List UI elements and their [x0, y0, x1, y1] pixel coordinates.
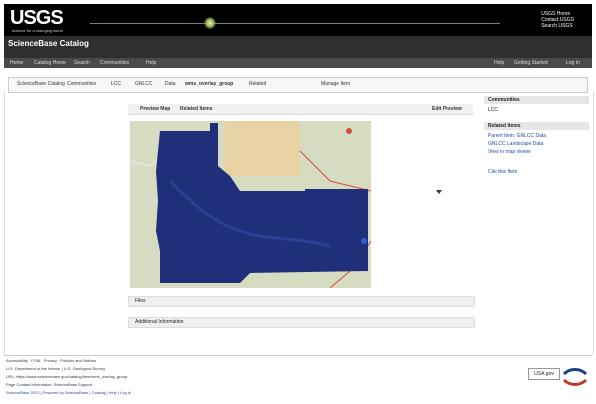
- header-glow-icon: [204, 17, 216, 29]
- files-label: Files: [135, 298, 146, 304]
- footer-privacy[interactable]: Privacy: [44, 358, 57, 363]
- right-sidebar: Communities LCC Related Items Parent Ite…: [484, 96, 589, 176]
- crumb-lcc[interactable]: LCC: [111, 81, 121, 87]
- nav-getting-started[interactable]: Getting Started: [514, 60, 548, 66]
- cursor-caret-icon: [436, 190, 442, 194]
- usgs-header: USGS science for a changing world USGS H…: [4, 4, 592, 36]
- nav-catalog-home[interactable]: Catalog Home: [34, 60, 66, 66]
- crumb-catalog[interactable]: ScienceBase Catalog: [17, 81, 65, 87]
- map-land-region: [225, 121, 300, 176]
- tab-preview-map[interactable]: Preview Map: [140, 106, 170, 112]
- main-nav-links: Home Catalog Home Search Communities Hel…: [4, 58, 592, 68]
- files-section[interactable]: Files: [128, 296, 475, 307]
- communities-value[interactable]: LCC: [484, 104, 589, 116]
- footer-policies[interactable]: Policies and Notices: [60, 358, 96, 363]
- top-link-search[interactable]: Search USGS: [541, 23, 574, 29]
- landscape-data-link[interactable]: GNLCC Landscape Data: [484, 140, 589, 148]
- crumb-gnlcc[interactable]: GNLCC: [135, 81, 153, 87]
- page: USGS science for a changing world USGS H…: [0, 0, 596, 404]
- preview-panel-header: Preview Map Related Items Edit Preview: [128, 104, 473, 115]
- header-divider: [90, 23, 500, 24]
- edit-preview-link[interactable]: Edit Preview: [432, 106, 462, 112]
- footer-contact[interactable]: Page Contact Information: ScienceBase Su…: [6, 382, 92, 387]
- cite-item-link[interactable]: Cite this Item: [484, 168, 589, 176]
- crumb-data[interactable]: Data: [165, 81, 176, 87]
- usgs-tagline: science for a changing world: [12, 28, 63, 33]
- footer: Accessibility FOIA Privacy Policies and …: [4, 355, 592, 401]
- nav-login[interactable]: Log In: [566, 60, 580, 66]
- related-menu-button[interactable]: Related: [249, 81, 266, 87]
- additional-info-section[interactable]: Additional Information: [128, 317, 475, 328]
- doi-logo-icon: [562, 364, 588, 394]
- communities-heading: Communities: [484, 96, 589, 104]
- footer-links: Accessibility FOIA Privacy Policies and …: [6, 358, 96, 363]
- footer-foia[interactable]: FOIA: [31, 358, 40, 363]
- site-header: ScienceBase Catalog: [4, 36, 592, 68]
- footer-bottom-links[interactable]: ScienceBase 2013 | Powered by ScienceBas…: [6, 390, 131, 395]
- preview-map[interactable]: [130, 121, 371, 288]
- map-canvas: [130, 121, 371, 288]
- crumb-communities[interactable]: Communities: [67, 81, 96, 87]
- manage-item-button[interactable]: Manage Item: [321, 81, 350, 87]
- related-heading: Related Items: [484, 122, 589, 130]
- top-links: USGS Home Contact USGS Search USGS: [541, 11, 574, 29]
- tab-related-items[interactable]: Related Items: [180, 106, 213, 112]
- crumb-current[interactable]: wms_overlay_group: [185, 81, 233, 87]
- nav-search[interactable]: Search: [74, 60, 90, 66]
- site-title[interactable]: ScienceBase Catalog: [8, 39, 89, 48]
- parent-item-link[interactable]: Parent Item: GNLCC Data: [484, 130, 589, 140]
- nav-home[interactable]: Home: [10, 60, 23, 66]
- footer-url: URL: https://www.sciencebase.gov/catalog…: [6, 374, 128, 379]
- nav-help[interactable]: Help: [146, 60, 156, 66]
- footer-doi: U.S. Department of the Interior | U.S. G…: [6, 366, 106, 371]
- nav-right-help[interactable]: Help: [494, 60, 504, 66]
- map-marker-icon: [346, 128, 352, 134]
- usgs-logo[interactable]: USGS: [10, 7, 64, 30]
- additional-info-label: Additional Information: [135, 319, 184, 325]
- footer-accessibility[interactable]: Accessibility: [6, 358, 28, 363]
- map-viewer-link[interactable]: View in map viewer: [484, 148, 589, 156]
- nav-communities[interactable]: Communities: [100, 60, 129, 66]
- usagov-badge[interactable]: USA.gov: [528, 368, 560, 380]
- map-shield-icon: [361, 238, 367, 244]
